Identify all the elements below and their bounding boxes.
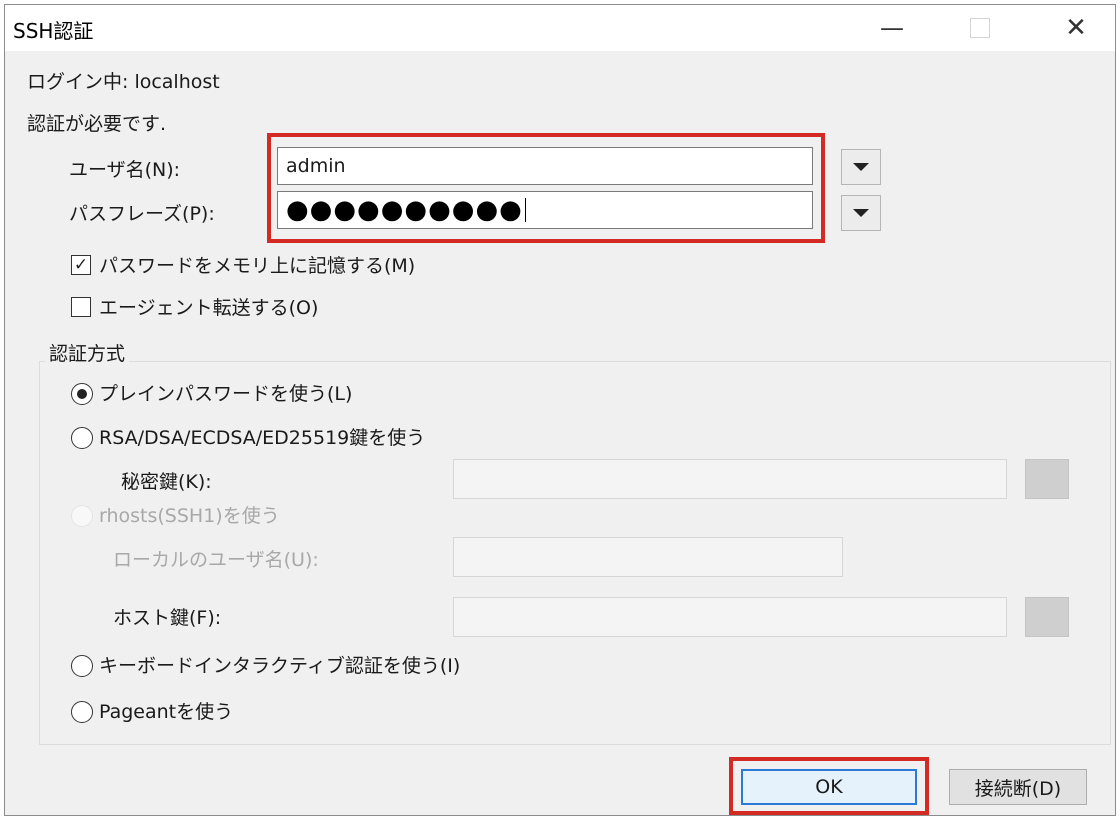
ssh-auth-dialog: SSH認証 — ✕ ログイン中: localhost 認証が必要です. ユーザ名…	[4, 4, 1116, 816]
close-icon: ✕	[1065, 13, 1087, 43]
private-key-label: 秘密鍵(K):	[121, 471, 212, 493]
title-bar: SSH認証 — ✕	[5, 5, 1115, 51]
private-key-browse-button[interactable]	[1025, 459, 1069, 499]
private-key-input[interactable]	[453, 459, 1007, 499]
maximize-icon	[970, 18, 990, 38]
radio-selected-dot	[77, 389, 87, 399]
maximize-button	[945, 5, 1015, 51]
rhosts-radio	[71, 505, 93, 527]
username-input[interactable]: admin	[277, 147, 813, 185]
disconnect-button[interactable]: 接続断(D)	[949, 769, 1087, 805]
key-auth-radio[interactable]	[71, 427, 93, 449]
remember-password-checkbox[interactable]: ✓	[71, 255, 91, 275]
host-key-input[interactable]	[453, 597, 1007, 637]
pageant-label: Pageantを使う	[99, 701, 234, 723]
close-button[interactable]: ✕	[1041, 5, 1111, 51]
window-title: SSH認証	[13, 19, 94, 43]
username-value: admin	[286, 155, 346, 177]
dropdown-arrow-icon	[853, 163, 869, 171]
username-history-dropdown[interactable]	[841, 149, 881, 185]
auth-required-text: 認証が必要です.	[27, 113, 167, 135]
passphrase-masked-value: ●●●●●●●●●●	[286, 195, 523, 225]
minimize-icon: —	[880, 14, 904, 42]
remember-password-label: パスワードをメモリ上に記憶する(M)	[99, 255, 416, 277]
host-key-label: ホスト鍵(F):	[113, 607, 222, 629]
minimize-button[interactable]: —	[857, 5, 927, 51]
rhosts-label: rhosts(SSH1)を使う	[99, 505, 280, 527]
keyboard-interactive-radio[interactable]	[71, 655, 93, 677]
passphrase-label: パスフレーズ(P):	[69, 203, 215, 225]
host-key-browse-button[interactable]	[1025, 597, 1069, 637]
text-caret	[524, 198, 526, 222]
local-user-label: ローカルのユーザ名(U):	[113, 549, 319, 571]
keyboard-interactive-label: キーボードインタラクティブ認証を使う(I)	[99, 655, 461, 677]
agent-forwarding-label: エージェント転送する(O)	[99, 297, 319, 319]
plain-password-radio[interactable]	[71, 383, 93, 405]
agent-forwarding-checkbox[interactable]	[71, 297, 91, 317]
ok-button[interactable]: OK	[741, 769, 917, 805]
local-user-input	[453, 537, 843, 577]
pageant-radio[interactable]	[71, 701, 93, 723]
plain-password-label: プレインパスワードを使う(L)	[99, 383, 353, 405]
key-auth-label: RSA/DSA/ECDSA/ED25519鍵を使う	[99, 427, 426, 449]
dropdown-arrow-icon	[853, 209, 869, 217]
username-label: ユーザ名(N):	[69, 159, 181, 181]
auth-method-title: 認証方式	[45, 339, 130, 366]
passphrase-input[interactable]: ●●●●●●●●●●	[277, 191, 813, 229]
checkmark-icon: ✓	[73, 254, 89, 275]
login-status-text: ログイン中: localhost	[27, 71, 220, 93]
passphrase-history-dropdown[interactable]	[841, 195, 881, 231]
